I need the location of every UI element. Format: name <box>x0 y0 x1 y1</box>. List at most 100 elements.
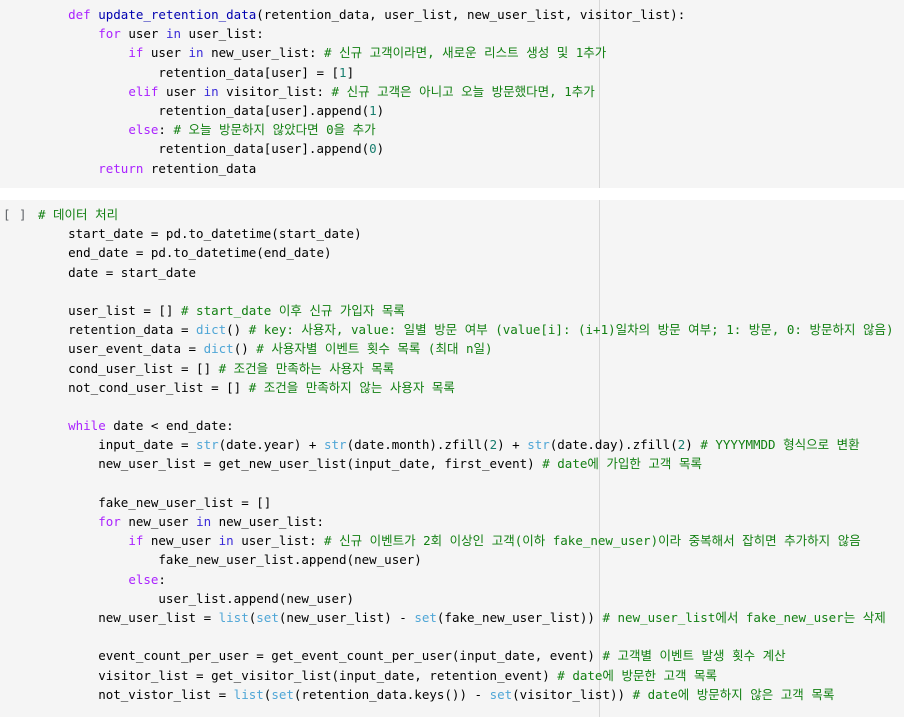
code-token: # 신규 고객은 아니고 오늘 방문했다면, 1추가 <box>331 83 595 99</box>
code-token: (retention_data.keys()) - <box>293 686 490 702</box>
code-line: date = start_date <box>38 263 904 282</box>
code-token: dict <box>196 322 227 338</box>
code-token: # date에 가입한 고객 목록 <box>542 456 702 472</box>
code-token: (fake_new_user_list)) <box>436 609 603 625</box>
code-token: if <box>128 533 144 549</box>
code-line: retention_data[user].append(1) <box>38 101 904 120</box>
code-token: new_user <box>143 533 219 549</box>
cell-separator <box>0 188 904 200</box>
code-line: end_date = pd.to_datetime(end_date) <box>38 243 904 262</box>
code-token: while <box>68 418 106 434</box>
code-cell-1[interactable]: def update_retention_data(retention_data… <box>0 0 904 188</box>
code-token: # 오늘 방문하지 않았다면 0을 추가 <box>173 122 376 138</box>
code-line: else: # 오늘 방문하지 않았다면 0을 추가 <box>38 120 904 139</box>
code-token: user_list: <box>233 533 325 549</box>
code-token: new_user_list = get_new_user_list(input_… <box>38 456 543 472</box>
code-token: set <box>414 609 437 625</box>
code-token: dict <box>203 341 234 357</box>
code-token: visitor_list = get_visitor_list(input_da… <box>38 667 558 683</box>
code-token: in <box>165 26 182 42</box>
code-token: # new_user_list에서 fake_new_user는 삭제 <box>602 609 886 625</box>
code-line: return retention_data <box>38 159 904 178</box>
code-token: start_date = pd.to_datetime(start_date) <box>38 226 362 242</box>
code-token: update_retention_data <box>98 7 257 22</box>
code-line: input_date = str(date.year) + str(date.m… <box>38 435 904 454</box>
code-line: user_list.append(new_user) <box>38 589 904 608</box>
code-token: ) <box>376 141 385 157</box>
code-token: for <box>98 514 121 529</box>
code-token: in <box>188 45 204 61</box>
code-token: cond_user_list = [] <box>38 360 219 376</box>
code-line: event_count_per_user = get_event_count_p… <box>38 646 904 665</box>
code-token: (retention_data, user_list, new_user_lis… <box>256 7 686 22</box>
code-token: input_date = <box>38 437 197 453</box>
code-token: # 데이터 처리 <box>38 207 119 222</box>
code-token: 0 <box>369 141 377 157</box>
code-token: user_event_data = <box>38 341 204 357</box>
code-token: retention_data = <box>38 322 197 338</box>
code-token: retention_data[user].append( <box>38 102 370 118</box>
code-line: for user in user_list: <box>38 24 904 43</box>
code-token: date = start_date <box>38 264 197 280</box>
code-token: ) <box>376 102 385 118</box>
code-token: date < end_date: <box>105 418 234 434</box>
code-token: retention_data[user] = [ <box>38 64 340 80</box>
code-line: new_user_list = get_new_user_list(input_… <box>38 454 904 473</box>
code-token: (date.month).zfill( <box>346 437 490 453</box>
code-line: else: <box>38 570 904 589</box>
code-line: not_vistor_list = list(set(retention_dat… <box>38 685 904 704</box>
code-token: elif <box>128 83 159 99</box>
code-line: user_list = [] # start_date 이후 신규 가입자 목록 <box>38 301 904 320</box>
code-cell-2[interactable]: [ ] # 데이터 처리 start_date = pd.to_datetime… <box>0 200 904 717</box>
code-token: : <box>158 571 166 587</box>
code-token: 2 <box>489 437 498 453</box>
code-token: new_user_list: <box>211 514 325 529</box>
code-token: user <box>143 45 189 61</box>
code-token: list <box>233 686 264 702</box>
code-token: user <box>120 26 166 42</box>
code-token: not_vistor_list = <box>38 686 234 702</box>
code-line: if new_user in user_list: # 신규 이벤트가 2회 이… <box>38 531 904 550</box>
code-token: 1 <box>339 64 347 80</box>
code-token: # 신규 고객이라면, 새로운 리스트 생성 및 1추가 <box>324 45 607 61</box>
code-token: in <box>218 533 234 549</box>
code-token: set <box>256 609 279 625</box>
code-token: in <box>203 83 219 99</box>
code-editor-1[interactable]: def update_retention_data(retention_data… <box>0 0 904 178</box>
code-line: while date < end_date: <box>38 416 904 435</box>
code-token: fake_new_user_list.append(new_user) <box>38 552 422 568</box>
code-line: retention_data[user].append(0) <box>38 139 904 158</box>
code-token: return <box>98 160 144 176</box>
code-token: (date.day).zfill( <box>549 437 678 453</box>
code-token: user_list = [] <box>38 302 181 318</box>
code-token: user <box>158 83 204 99</box>
code-token: (date.year) + <box>218 437 324 453</box>
code-token: retention_data <box>143 160 257 176</box>
code-token: str <box>527 437 550 453</box>
code-token: user_list: <box>181 26 264 42</box>
code-token: def <box>68 7 91 22</box>
code-token: str <box>196 437 219 453</box>
code-token: (new_user_list) - <box>278 609 415 625</box>
code-token: list <box>218 609 249 625</box>
code-token: new_user_list: <box>203 45 325 61</box>
code-line: new_user_list = list(set(new_user_list) … <box>38 608 904 627</box>
code-token: retention_data[user].append( <box>38 141 370 157</box>
code-token: 1 <box>369 102 377 118</box>
code-token: ) <box>685 437 701 453</box>
code-editor-2[interactable]: # 데이터 처리 start_date = pd.to_datetime(sta… <box>0 200 904 704</box>
code-line: fake_new_user_list = [] <box>38 493 904 512</box>
code-token: new_user_list = <box>38 609 219 625</box>
